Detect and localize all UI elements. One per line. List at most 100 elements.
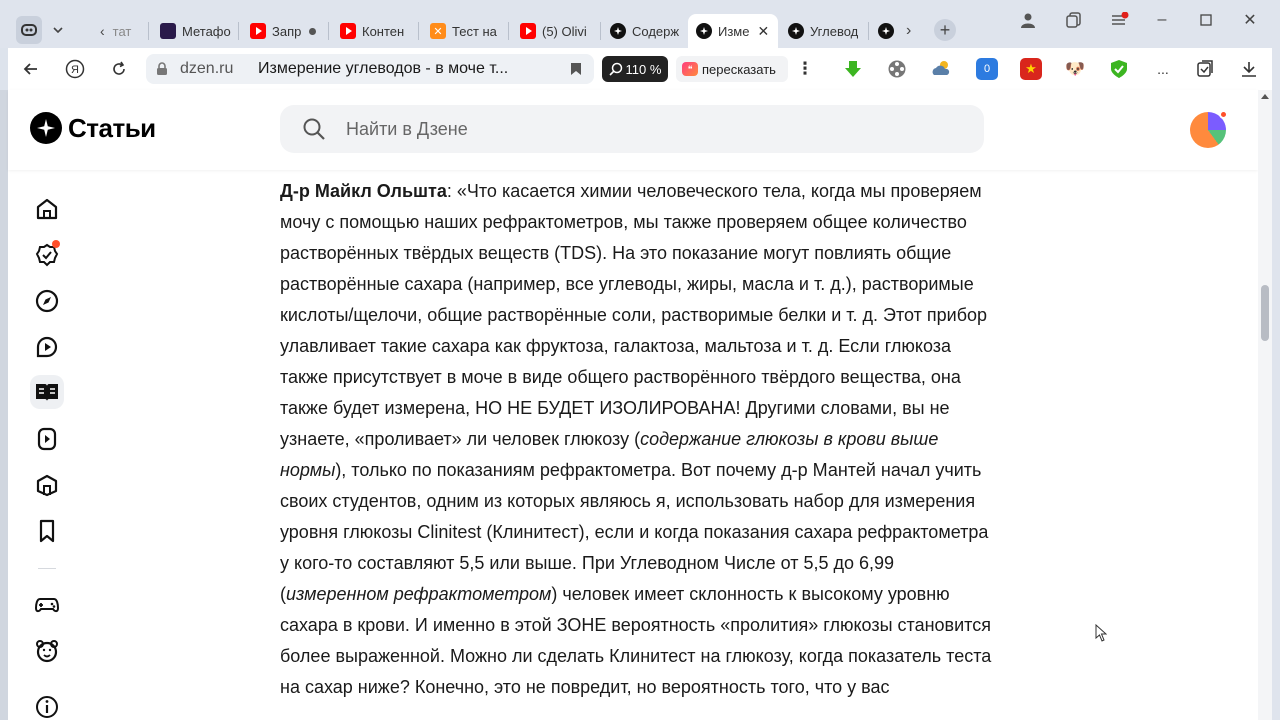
extension-shield[interactable] — [1108, 58, 1130, 80]
chevron-down-icon — [53, 27, 63, 33]
nav-articles[interactable] — [30, 375, 64, 409]
infinity-icon — [21, 24, 37, 36]
badge-icon: 0 — [983, 63, 991, 75]
nav-box[interactable] — [30, 468, 64, 502]
tab-1[interactable]: ‹ тат — [92, 14, 142, 48]
metaphor-favicon — [160, 23, 176, 39]
nav-bookmarks[interactable] — [30, 514, 64, 548]
arrow-left-icon: ‹ — [100, 23, 105, 39]
search-placeholder: Найти в Дзене — [346, 119, 468, 139]
extension-reel[interactable] — [886, 58, 908, 80]
search-icon — [303, 118, 325, 140]
open-book-icon — [36, 384, 58, 401]
film-reel-icon — [888, 60, 906, 78]
tab-7[interactable]: Содерж — [602, 14, 686, 48]
nav-videos[interactable] — [30, 330, 64, 364]
bookmark-icon[interactable] — [570, 62, 582, 76]
scrollbar-thumb[interactable] — [1261, 285, 1269, 341]
menu-button[interactable] — [1110, 10, 1130, 30]
tab-3[interactable]: Запр — [242, 14, 324, 48]
nav-home[interactable] — [30, 192, 64, 226]
nav-games[interactable] — [30, 588, 64, 622]
mouse-cursor-icon — [1095, 624, 1107, 642]
tab-10[interactable]: › — [870, 14, 920, 48]
tab-manager-button[interactable] — [16, 16, 42, 44]
dzen-icon — [878, 23, 894, 39]
dzen-icon — [610, 23, 626, 39]
extension-counter[interactable]: 0 — [976, 58, 998, 80]
nav-info[interactable] — [30, 690, 64, 720]
article-body: Д-р Майкл Ольшта: «Что касается химии че… — [280, 176, 1000, 703]
reload-icon — [113, 61, 125, 75]
tab-4[interactable]: Контен — [332, 14, 414, 48]
test-favicon: ✕ — [430, 23, 446, 39]
back-button[interactable] — [20, 58, 42, 80]
retell-button[interactable]: ❝ пересказать — [676, 56, 788, 82]
new-tab-button[interactable]: + — [934, 19, 956, 41]
hamburger-icon — [1112, 12, 1129, 25]
tab-2[interactable]: Метафо — [152, 14, 234, 48]
user-avatar[interactable] — [1190, 110, 1228, 148]
info-icon — [36, 696, 58, 718]
box-icon — [36, 474, 58, 497]
extension-weather[interactable] — [930, 58, 952, 80]
close-window-button[interactable]: ✕ — [1240, 10, 1260, 30]
window-left-edge — [0, 90, 8, 720]
scroll-up-arrow-icon[interactable] — [1261, 94, 1269, 99]
nav-kids[interactable] — [30, 634, 64, 668]
dzen-logo-icon — [30, 112, 62, 144]
dog-icon: 🐶 — [1065, 61, 1085, 78]
user-icon — [1021, 13, 1035, 28]
reload-button[interactable] — [108, 58, 130, 80]
page-scrollbar[interactable] — [1258, 90, 1272, 720]
cloud-icon — [932, 61, 950, 75]
youtube-icon — [340, 23, 356, 39]
quote-author: Д-р Майкл Ольшта — [280, 181, 447, 201]
tab-5[interactable]: ✕ Тест на — [422, 14, 504, 48]
tab-9[interactable]: Углевод — [780, 14, 866, 48]
tab-6[interactable]: (5) Olivi — [512, 14, 598, 48]
search-bar[interactable]: Найти в Дзене — [280, 105, 984, 153]
tab-8-active[interactable]: Изме ✕ — [688, 14, 778, 48]
maximize-button[interactable] — [1196, 10, 1216, 30]
chevron-right-icon: › — [906, 22, 912, 39]
address-bar[interactable]: dzen.ru Измерение углеводов - в моче т..… — [146, 54, 594, 84]
downloads-button[interactable] — [1238, 58, 1260, 80]
site-header: Статьи Найти в Дзене — [8, 90, 1258, 170]
kebab-icon: ⋮ — [796, 59, 814, 78]
collections-icon — [1066, 12, 1081, 28]
plus-icon: + — [939, 19, 951, 40]
bookmark-icon — [39, 519, 55, 543]
collections-panel-button[interactable] — [1194, 58, 1216, 80]
tab-strip: ‹ тат Метафо Запр Контен ✕ Тест на (5) O… — [0, 0, 1280, 48]
shield-check-icon — [1111, 60, 1127, 78]
close-tab-icon[interactable]: ✕ — [757, 23, 769, 40]
more-options-button[interactable]: ⋮ — [794, 58, 816, 80]
side-navigation — [8, 170, 88, 720]
youtube-icon — [250, 23, 266, 39]
compass-icon — [35, 289, 59, 313]
yandex-button[interactable]: Я — [64, 58, 86, 80]
extensions-overflow-button[interactable]: ... — [1152, 58, 1174, 80]
nav-subscriptions[interactable] — [30, 238, 64, 272]
site-logo[interactable]: Статьи — [30, 112, 156, 144]
extension-red-star[interactable]: ★ — [1020, 58, 1042, 80]
zoom-indicator[interactable]: 110 % — [602, 56, 668, 82]
notification-badge — [52, 240, 60, 248]
article-paragraph: Д-р Майкл Ольшта: «Что касается химии че… — [280, 181, 992, 697]
nav-divider — [38, 568, 56, 569]
extension-download-arrow[interactable] — [842, 58, 864, 80]
profile-button[interactable] — [1018, 10, 1038, 30]
url-domain: dzen.ru — [180, 60, 234, 77]
video-play-icon — [36, 336, 58, 358]
magnifier-icon — [608, 62, 622, 76]
collections-button[interactable] — [1064, 10, 1084, 30]
nav-explore[interactable] — [30, 284, 64, 318]
lock-icon — [157, 62, 167, 75]
nav-shorts[interactable] — [30, 422, 64, 456]
bookmarks-panel-icon — [1197, 60, 1213, 77]
minimize-button[interactable]: – — [1152, 10, 1172, 30]
tabs-dropdown-button[interactable] — [46, 16, 70, 44]
extension-dog[interactable]: 🐶 — [1064, 58, 1086, 80]
playing-dot-icon — [309, 27, 316, 35]
